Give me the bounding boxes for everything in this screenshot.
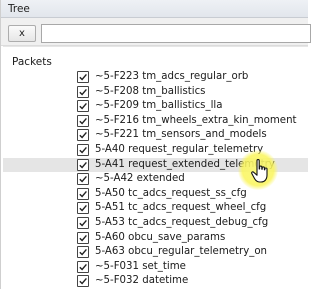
packet-label: 5-A50 tc_adcs_request_ss_cfg (95, 187, 247, 199)
packet-checkbox[interactable] (77, 173, 89, 186)
packet-label: ~5-F031 set_time (95, 260, 186, 272)
filter-input[interactable] (41, 24, 311, 43)
title-bar: Tree (1, 0, 308, 18)
packet-checkbox[interactable] (77, 85, 89, 98)
checkmark-icon (79, 263, 87, 271)
checkmark-icon (79, 146, 87, 154)
packet-checkbox[interactable] (77, 275, 89, 288)
checkmark-icon (79, 132, 87, 139)
packet-row[interactable]: 5-A63 obcu_regular_telemetry_on (3, 245, 308, 260)
packet-label: ~5-F208 tm_ballistics (95, 85, 206, 97)
clear-filter-button[interactable]: x (8, 25, 36, 42)
packet-row[interactable]: ~5-F223 tm_adcs_regular_orb (3, 70, 308, 85)
tree-window: Tree x Packets ~5-F223 tm_adcs_regular_o… (0, 0, 311, 289)
packet-row[interactable]: 5-A51 tc_adcs_request_wheel_cfg (3, 201, 308, 216)
packet-label: ~5-F221 tm_sensors_and_models (95, 129, 267, 141)
packet-label: 5-A40 request_regular_telemetry (95, 143, 264, 155)
packet-label: 5-A63 obcu_regular_telemetry_on (95, 246, 268, 258)
packet-row[interactable]: ~5-F216 tm_wheels_extra_kin_moment (3, 114, 308, 129)
packet-checkbox[interactable] (77, 216, 89, 229)
packet-row[interactable]: ~5-F032 datetime (3, 274, 308, 289)
packet-checkbox[interactable] (77, 129, 89, 142)
packet-label: ~5-F223 tm_adcs_regular_orb (95, 71, 249, 82)
packet-label: 5-A60 obcu_save_params (95, 231, 226, 243)
group-label: Packets (12, 56, 52, 68)
packet-row[interactable]: ~5-F221 tm_sensors_and_models (3, 128, 308, 143)
packet-checkbox[interactable] (77, 100, 89, 113)
checkmark-icon (79, 73, 87, 81)
packet-checkbox[interactable] (77, 71, 89, 83)
packet-checkbox[interactable] (77, 158, 89, 171)
checkmark-icon (79, 190, 87, 198)
checkmark-icon (79, 278, 87, 285)
checkmark-icon (79, 219, 87, 227)
checkmark-icon (79, 205, 87, 212)
packet-row[interactable]: 5-A53 tc_adcs_request_debug_cfg (3, 216, 308, 231)
packet-checkbox[interactable] (77, 260, 89, 273)
packet-label: 5-A51 tc_adcs_request_wheel_cfg (95, 202, 267, 214)
packet-label: ~5-A42 extended (95, 173, 185, 185)
checkmark-icon (79, 103, 87, 110)
packet-label: ~5-F032 datetime (95, 275, 189, 287)
packet-checkbox[interactable] (77, 246, 89, 259)
filter-toolbar: x (1, 18, 311, 46)
checkmark-icon (79, 117, 87, 125)
checkmark-icon (79, 176, 87, 183)
checkmark-icon (79, 249, 87, 256)
packet-row[interactable]: 5-A60 obcu_save_params (3, 231, 308, 246)
packet-row[interactable]: ~5-F208 tm_ballistics (3, 85, 308, 100)
window-title: Tree (8, 3, 30, 15)
packet-label: ~5-F216 tm_wheels_extra_kin_moment (95, 114, 297, 126)
packet-row[interactable]: ~5-F209 tm_ballistics_lla (3, 99, 308, 114)
packet-checkbox[interactable] (77, 143, 89, 156)
hand-pointer-icon (251, 158, 268, 183)
packet-label: 5-A53 tc_adcs_request_debug_cfg (95, 216, 269, 228)
checkmark-icon (79, 88, 87, 96)
packet-checkbox[interactable] (77, 187, 89, 200)
checkmark-icon (79, 161, 87, 169)
packet-checkbox[interactable] (77, 231, 89, 244)
packet-row[interactable]: ~5-F031 set_time (3, 260, 308, 275)
packet-checkbox[interactable] (77, 202, 89, 215)
packet-checkbox[interactable] (77, 114, 89, 127)
packet-label: ~5-F209 tm_ballistics_lla (95, 100, 223, 112)
checkmark-icon (79, 234, 87, 242)
